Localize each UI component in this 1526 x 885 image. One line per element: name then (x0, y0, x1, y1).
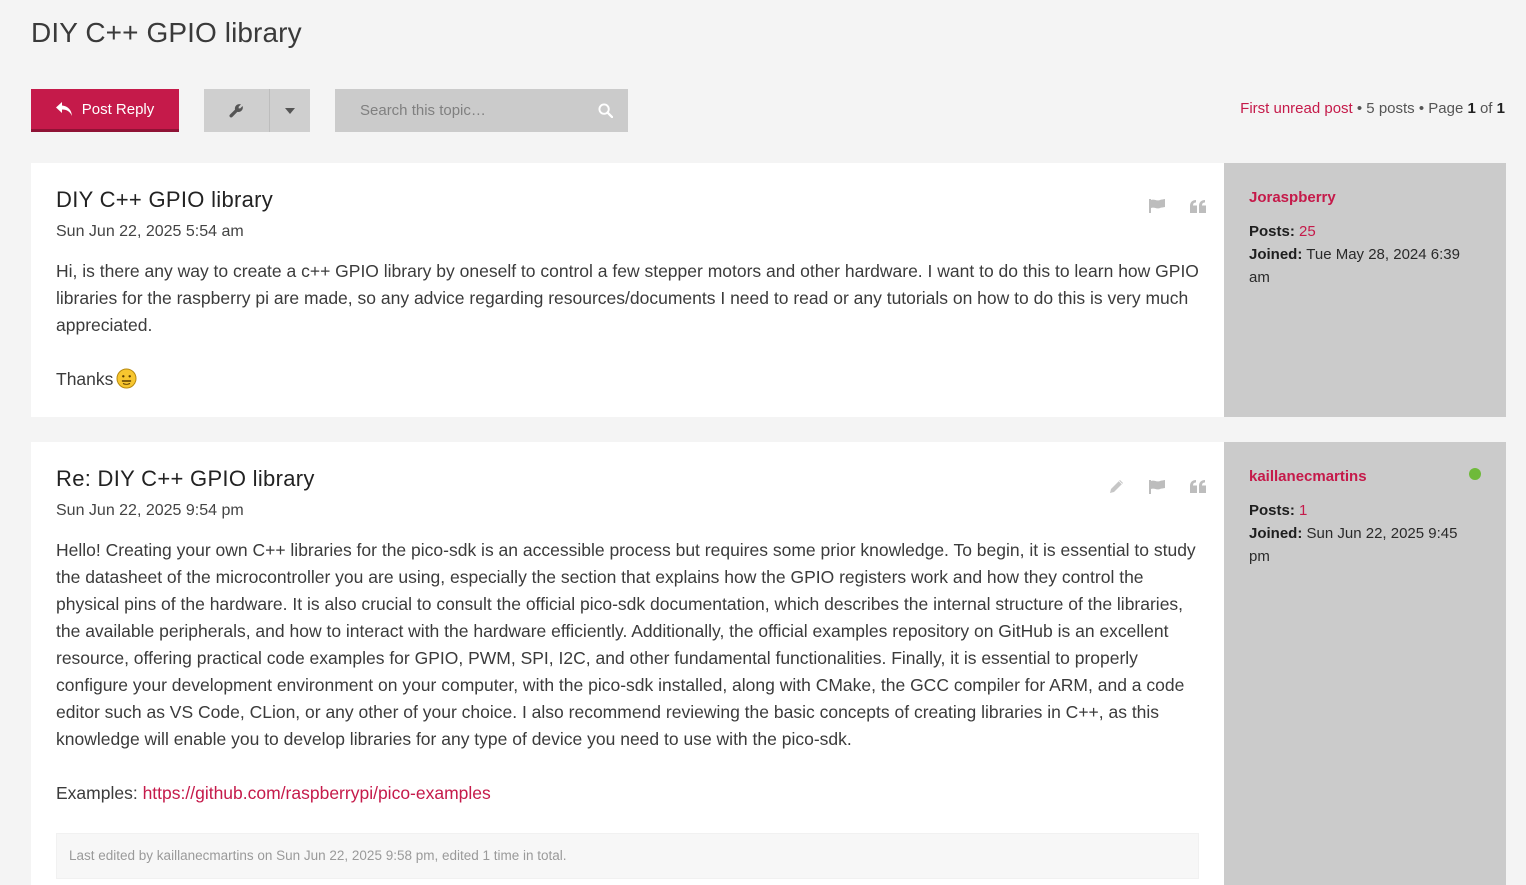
post-date: Sun Jun 22, 2025 9:54 pm (56, 502, 244, 519)
search-topic-box (335, 89, 628, 132)
post-body: Re: DIY C++ GPIO library Sun Jun 22, 202… (31, 442, 1224, 885)
post-paragraph: Thanks (56, 366, 1199, 397)
reply-icon (55, 101, 73, 117)
post-title[interactable]: DIY C++ GPIO library (56, 187, 1199, 213)
post-profile: kaillanecmartins Posts: 1 Joined: Sun Ju… (1224, 442, 1506, 885)
author-name[interactable]: kaillanecmartins (1249, 468, 1367, 485)
edit-notice: Last edited by kaillanecmartins on Sun J… (56, 833, 1199, 879)
post: DIY C++ GPIO library Sun Jun 22, 2025 5:… (31, 163, 1506, 417)
flag-icon[interactable] (1149, 199, 1165, 218)
page-current: 1 (1467, 100, 1476, 117)
page-title: DIY C++ GPIO library (31, 17, 302, 48)
joined-label: Joined: (1249, 525, 1303, 542)
post-profile: Joraspberry Posts: 25 Joined: Tue May 28… (1224, 163, 1506, 417)
author-joined: Joined: Tue May 28, 2024 6:39 am (1249, 243, 1481, 289)
quote-icon[interactable] (1190, 199, 1206, 218)
search-input[interactable] (335, 89, 602, 132)
post: Re: DIY C++ GPIO library Sun Jun 22, 202… (31, 442, 1506, 885)
search-icon[interactable] (598, 103, 614, 123)
post-paragraph: Examples: https://github.com/raspberrypi… (56, 780, 1199, 807)
examples-label: Examples: (56, 783, 143, 803)
emoji-icon (116, 368, 137, 397)
author-posts: Posts: 1 (1249, 499, 1481, 522)
posts-count: • 5 posts • Page (1352, 100, 1468, 117)
posts-label: Posts: (1249, 223, 1295, 240)
page-of: of (1475, 100, 1497, 117)
post-paragraph: Hello! Creating your own C++ libraries f… (56, 540, 1196, 749)
examples-link[interactable]: https://github.com/raspberrypi/pico-exam… (143, 783, 491, 803)
page-total: 1 (1496, 100, 1505, 117)
wrench-icon[interactable] (204, 89, 270, 132)
author-name[interactable]: Joraspberry (1249, 189, 1336, 206)
post-text: Thanks (56, 369, 114, 389)
first-unread-link[interactable]: First unread post (1240, 100, 1353, 117)
post-title[interactable]: Re: DIY C++ GPIO library (56, 466, 1199, 492)
pencil-icon[interactable] (1109, 479, 1124, 499)
author-joined: Joined: Sun Jun 22, 2025 9:45 pm (1249, 522, 1481, 568)
post-content: Hello! Creating your own C++ libraries f… (56, 537, 1199, 807)
author-posts-count[interactable]: 1 (1299, 502, 1307, 519)
pagination: First unread post • 5 posts • Page 1 of … (1240, 100, 1505, 117)
post-date: Sun Jun 22, 2025 5:54 am (56, 223, 244, 240)
caret-down-icon[interactable] (270, 89, 310, 132)
post-reply-label: Post Reply (81, 100, 155, 118)
author-posts: Posts: 25 (1249, 220, 1481, 243)
post-reply-button[interactable]: Post Reply (31, 89, 179, 132)
post-paragraph: Hi, is there any way to create a c++ GPI… (56, 261, 1199, 335)
topic-page: DIY C++ GPIO library Post Reply First un… (0, 0, 1526, 885)
posts-label: Posts: (1249, 502, 1295, 519)
post-actions (1149, 199, 1206, 218)
post-content: Hi, is there any way to create a c++ GPI… (56, 258, 1199, 397)
joined-label: Joined: (1249, 246, 1303, 263)
online-status-icon (1469, 468, 1481, 480)
topic-tools-dropdown[interactable] (204, 89, 310, 132)
post-actions (1109, 479, 1206, 499)
quote-icon[interactable] (1190, 480, 1206, 498)
post-body: DIY C++ GPIO library Sun Jun 22, 2025 5:… (31, 163, 1224, 417)
flag-icon[interactable] (1149, 479, 1165, 499)
author-posts-count[interactable]: 25 (1299, 223, 1316, 240)
